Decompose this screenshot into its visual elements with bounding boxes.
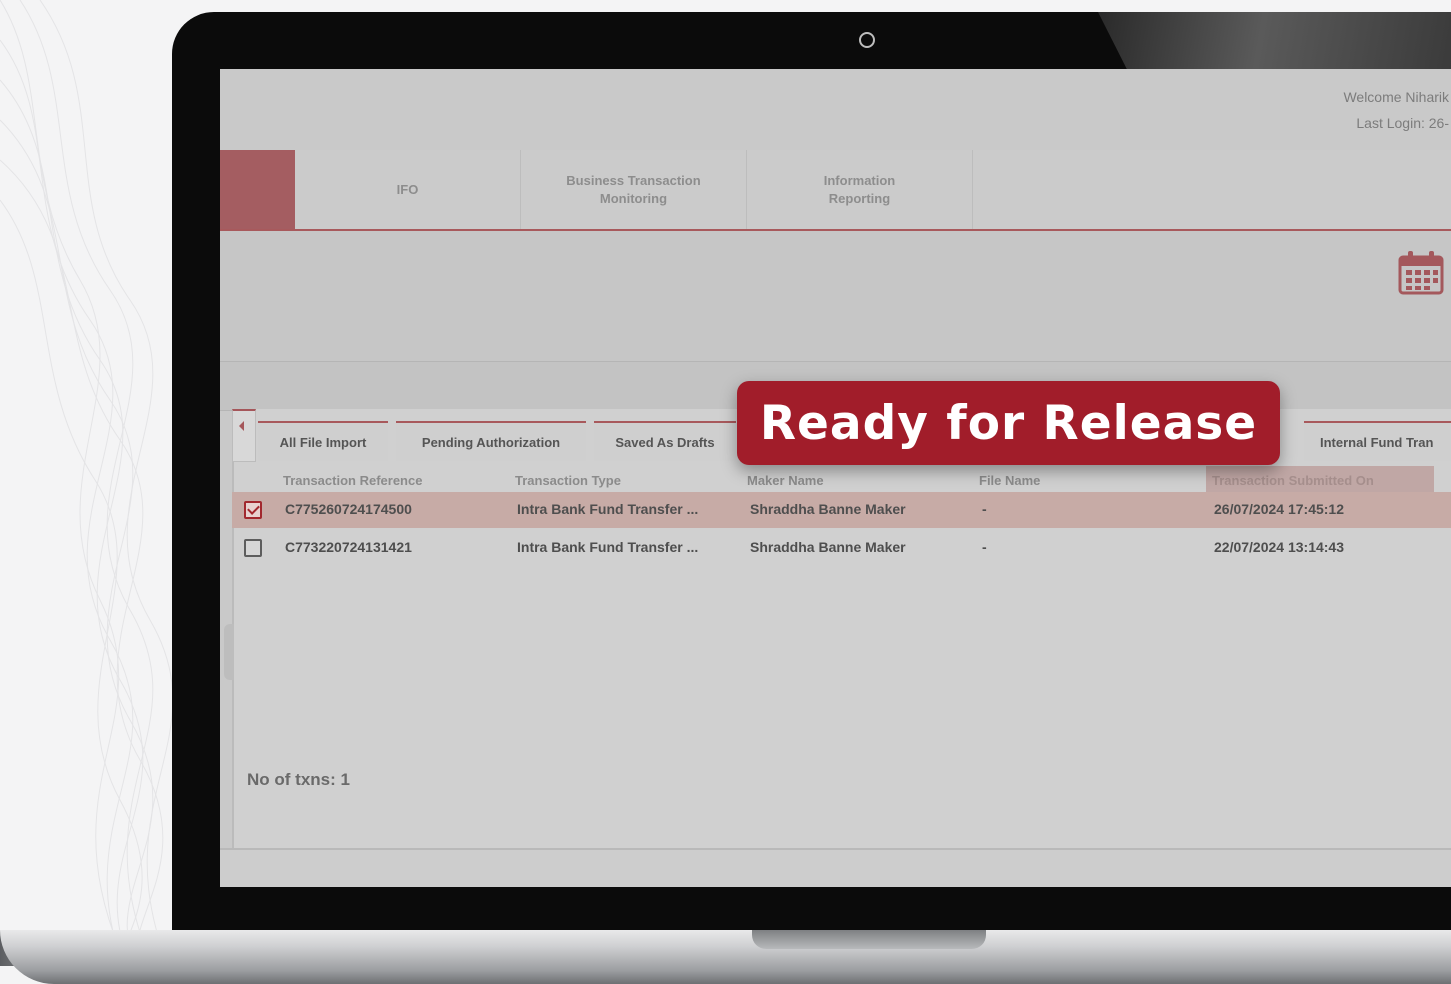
ready-for-release-badge: Ready for Release xyxy=(737,381,1280,465)
cell-type: Intra Bank Fund Transfer ... xyxy=(517,539,699,555)
app-footer xyxy=(220,850,1451,887)
camera-icon xyxy=(859,32,875,48)
user-welcome: Welcome Niharik Last Login: 26- xyxy=(1343,84,1451,136)
app-screen: Welcome Niharik Last Login: 26- IFO Busi… xyxy=(220,69,1451,887)
cell-maker: Shraddha Banne Maker xyxy=(750,501,906,517)
transaction-count: No of txns: 1 xyxy=(247,770,350,789)
laptop-base xyxy=(0,930,1451,984)
welcome-text: Welcome Niharik xyxy=(1343,89,1449,105)
nav-item-business-transaction-monitoring[interactable]: Business Transaction Monitoring xyxy=(521,150,747,229)
cell-submitted-on: 26/07/2024 17:45:12 xyxy=(1214,501,1344,517)
cell-file-name: - xyxy=(982,539,987,555)
tab-pending-authorization[interactable]: Pending Authorization xyxy=(396,421,586,461)
cell-file-name: - xyxy=(982,501,987,517)
last-login-text: Last Login: 26- xyxy=(1356,115,1449,131)
cell-reference: C773220724131421 xyxy=(285,539,412,555)
tab-saved-as-drafts[interactable]: Saved As Drafts xyxy=(594,421,736,461)
nav-home-button[interactable] xyxy=(220,150,295,229)
cell-type: Intra Bank Fund Transfer ... xyxy=(517,501,699,517)
column-header-maker[interactable]: Maker Name xyxy=(747,473,824,488)
table-row[interactable]: C773220724131421 Intra Bank Fund Transfe… xyxy=(232,530,1451,566)
tab-all-file-import[interactable]: All File Import xyxy=(258,421,388,461)
cell-reference: C775260724174500 xyxy=(285,501,412,517)
row-checkbox[interactable] xyxy=(244,501,262,519)
nav-item-ifo[interactable]: IFO xyxy=(295,150,521,229)
main-nav: IFO Business Transaction Monitoring Info… xyxy=(220,150,1451,231)
tab-internal-fund-transfer[interactable]: Internal Fund Tran xyxy=(1304,421,1451,461)
side-panel-handle[interactable] xyxy=(224,624,234,680)
column-header-reference[interactable]: Transaction Reference xyxy=(283,473,422,488)
chevron-left-icon xyxy=(239,421,244,431)
column-header-file-name[interactable]: File Name xyxy=(979,473,1040,488)
collapse-panel-button[interactable] xyxy=(232,409,256,462)
column-header-submitted-on[interactable]: Transaction Submitted On xyxy=(1212,473,1374,488)
column-header-type[interactable]: Transaction Type xyxy=(515,473,621,488)
nav-item-information-reporting[interactable]: Information Reporting xyxy=(747,150,973,229)
row-checkbox[interactable] xyxy=(244,539,262,557)
laptop-notch xyxy=(752,930,986,949)
laptop-glare xyxy=(1098,12,1451,69)
toolbar-area xyxy=(220,231,1451,361)
calendar-icon[interactable] xyxy=(1398,249,1444,295)
cell-maker: Shraddha Banne Maker xyxy=(750,539,906,555)
cell-submitted-on: 22/07/2024 13:14:43 xyxy=(1214,539,1344,555)
table-row[interactable]: C775260724174500 Intra Bank Fund Transfe… xyxy=(232,492,1451,528)
